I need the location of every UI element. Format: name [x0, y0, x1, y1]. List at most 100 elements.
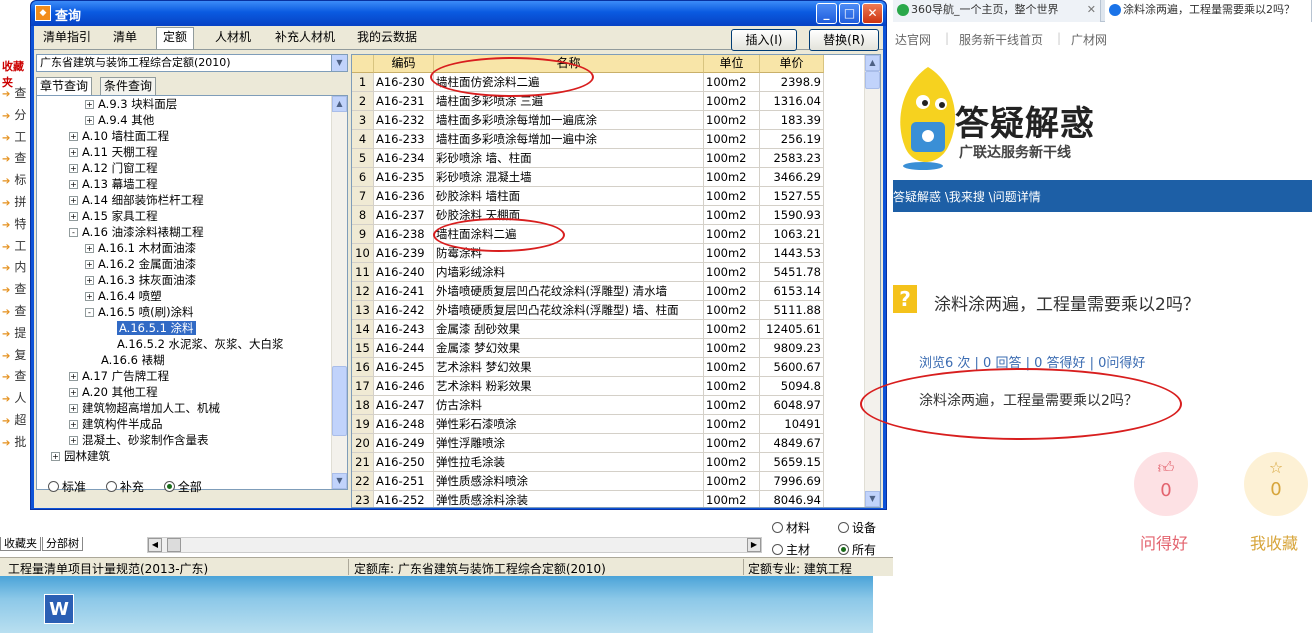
table-row[interactable]: 10 A16-239 防霉涂料 100m2 1443.53: [352, 244, 862, 263]
tab-labor-material[interactable]: 人材机: [208, 28, 258, 48]
favorite-label[interactable]: 我收藏: [1250, 530, 1298, 554]
tree-node[interactable]: + A.15 家具工程: [69, 208, 158, 224]
side-item[interactable]: ➔ 超: [2, 411, 26, 428]
table-row[interactable]: 11 A16-240 内墙彩绒涂料 100m2 5451.78: [352, 263, 862, 282]
scroll-thumb[interactable]: [332, 366, 347, 436]
expand-icon[interactable]: +: [85, 276, 94, 285]
expand-icon[interactable]: +: [69, 388, 78, 397]
table-row[interactable]: 12 A16-241 外墙喷硬质复层凹凸花纹涂料(浮雕型) 清水墙 100m2 6153…: [352, 282, 862, 301]
tree-node[interactable]: + A.16.2 金属面油漆: [85, 256, 196, 272]
tab-cloud-data[interactable]: 我的云数据: [350, 28, 424, 48]
tree-node[interactable]: + A.16.4 喷塑: [85, 288, 162, 304]
like-button[interactable]: 👍︎ 0: [1134, 452, 1198, 516]
radio-equipment[interactable]: 设备: [838, 519, 876, 536]
replace-button[interactable]: 替换(R): [809, 29, 879, 51]
tree-node[interactable]: + A.13 幕墙工程: [69, 176, 158, 192]
expand-icon[interactable]: +: [69, 196, 78, 205]
side-item[interactable]: ➔ 查: [2, 149, 26, 166]
table-row[interactable]: 17 A16-246 艺术涂料 粉彩效果 100m2 5094.8: [352, 377, 862, 396]
tree-scrollbar[interactable]: ▲ ▼: [331, 96, 347, 489]
radio-supplement[interactable]: 补充: [105, 480, 144, 494]
side-item[interactable]: ➔ 人: [2, 389, 26, 406]
tab-list[interactable]: 清单: [102, 28, 148, 48]
favorite-button[interactable]: ☆ 0: [1244, 452, 1308, 516]
tree-node[interactable]: - A.16.5 喷(刷)涂料: [85, 304, 194, 320]
tab-division-tree[interactable]: 分部树: [42, 537, 83, 551]
side-item[interactable]: ➔ 查: [2, 280, 26, 297]
collapse-icon[interactable]: -: [85, 308, 94, 317]
tree-node[interactable]: + A.10 墙柱面工程: [69, 128, 169, 144]
tree-node[interactable]: + A.11 天棚工程: [69, 144, 158, 160]
table-row[interactable]: 1 A16-230 墙柱面仿瓷涂料二遍 100m2 2398.9: [352, 73, 862, 92]
table-row[interactable]: 14 A16-243 金属漆 刮砂效果 100m2 12405.61: [352, 320, 862, 339]
tab-condition-search[interactable]: 条件查询: [100, 77, 157, 95]
expand-icon[interactable]: +: [69, 132, 78, 141]
chevron-down-icon[interactable]: ▼: [331, 55, 347, 71]
side-item[interactable]: ➔ 拼: [2, 193, 26, 210]
like-label[interactable]: 问得好: [1140, 530, 1188, 554]
table-row[interactable]: 22 A16-251 弹性质感涂料喷涂 100m2 7996.69: [352, 472, 862, 491]
table-row[interactable]: 3 A16-232 墙柱面多彩喷涂每增加一遍底涂 100m2 183.39: [352, 111, 862, 130]
nav-link-home[interactable]: 服务新干线首页: [959, 31, 1043, 48]
radio-standard[interactable]: 标准: [48, 480, 86, 494]
table-scrollbar[interactable]: ▲ ▼: [864, 55, 880, 507]
scroll-down-icon[interactable]: ▼: [332, 473, 347, 489]
browser-tab-360[interactable]: 360导航_一个主页，整个世界 ✕: [893, 0, 1101, 22]
maximize-icon[interactable]: □: [839, 3, 860, 24]
scroll-up-icon[interactable]: ▲: [865, 55, 880, 71]
tab-quota[interactable]: 定额: [156, 27, 194, 49]
table-row[interactable]: 9 A16-238 墙柱面涂料二遍 100m2 1063.21: [352, 225, 862, 244]
expand-icon[interactable]: +: [51, 452, 60, 461]
expand-icon[interactable]: +: [69, 164, 78, 173]
tree-node[interactable]: + A.17 广告牌工程: [69, 368, 169, 384]
tree-node[interactable]: A.16.6 裱糊: [101, 352, 165, 368]
expand-icon[interactable]: +: [85, 116, 94, 125]
table-row[interactable]: 4 A16-233 墙柱面多彩喷涂每增加一遍中涂 100m2 256.19: [352, 130, 862, 149]
tree-node[interactable]: A.16.5.2 水泥浆、灰浆、大白浆: [117, 336, 284, 352]
column-header-code[interactable]: 编码: [374, 55, 434, 73]
scroll-left-icon[interactable]: ◀: [148, 538, 162, 552]
table-row[interactable]: 15 A16-244 金属漆 梦幻效果 100m2 9809.23: [352, 339, 862, 358]
radio-main-material[interactable]: 主材: [772, 541, 810, 558]
side-item[interactable]: ➔ 批: [2, 433, 26, 450]
tree-node[interactable]: - A.16 油漆涂料裱糊工程: [69, 224, 204, 240]
table-row[interactable]: 5 A16-234 彩砂喷涂 墙、柱面 100m2 2583.23: [352, 149, 862, 168]
radio-material[interactable]: 材料: [772, 519, 810, 536]
table-row[interactable]: 20 A16-249 弹性浮雕喷涂 100m2 4849.67: [352, 434, 862, 453]
tree-node[interactable]: + A.12 门窗工程: [69, 160, 158, 176]
expand-icon[interactable]: +: [85, 292, 94, 301]
close-icon[interactable]: ✕: [862, 3, 883, 24]
scroll-right-icon[interactable]: ▶: [747, 538, 761, 552]
tree-node[interactable]: + 建筑构件半成品: [69, 416, 163, 432]
expand-icon[interactable]: +: [85, 244, 94, 253]
collapse-icon[interactable]: -: [69, 228, 78, 237]
side-item[interactable]: ➔ 内: [2, 258, 26, 275]
quota-library-select[interactable]: 广东省建筑与装饰工程综合定额(2010) ▼: [36, 54, 348, 72]
expand-icon[interactable]: +: [69, 404, 78, 413]
nav-link-materials[interactable]: 广材网: [1071, 31, 1107, 48]
side-item[interactable]: ➔ 提: [2, 324, 26, 341]
tree-node[interactable]: + A.20 其他工程: [69, 384, 158, 400]
side-item[interactable]: ➔ 复: [2, 346, 26, 363]
tab-list-guide[interactable]: 清单指引: [36, 28, 98, 48]
tree-node[interactable]: + A.9.3 块料面层: [85, 96, 177, 112]
table-row[interactable]: 16 A16-245 艺术涂料 梦幻效果 100m2 5600.67: [352, 358, 862, 377]
dialog-titlebar[interactable]: ◆ 查询 _ □ ✕: [31, 1, 886, 26]
table-row[interactable]: 21 A16-250 弹性拉毛涂装 100m2 5659.15: [352, 453, 862, 472]
scroll-thumb[interactable]: [167, 538, 181, 552]
table-row[interactable]: 19 A16-248 弹性彩石漆喷涂 100m2 10491: [352, 415, 862, 434]
side-item[interactable]: ➔ 查: [2, 367, 26, 384]
browser-tab-question[interactable]: 涂料涂两遍，工程量需要乘以2吗？: [1105, 0, 1312, 22]
table-row[interactable]: 18 A16-247 仿古涂料 100m2 6048.97: [352, 396, 862, 415]
scroll-down-icon[interactable]: ▼: [865, 491, 880, 507]
side-item[interactable]: ➔ 特: [2, 215, 26, 232]
expand-icon[interactable]: +: [69, 180, 78, 189]
column-header-price[interactable]: 单价: [760, 55, 824, 73]
expand-icon[interactable]: +: [85, 100, 94, 109]
column-header-unit[interactable]: 单位: [704, 55, 760, 73]
expand-icon[interactable]: +: [69, 372, 78, 381]
side-item[interactable]: ➔ 查: [2, 302, 26, 319]
expand-icon[interactable]: +: [69, 436, 78, 445]
tree-node[interactable]: + A.16.1 木材面油漆: [85, 240, 196, 256]
side-item[interactable]: ➔ 查: [2, 84, 26, 101]
